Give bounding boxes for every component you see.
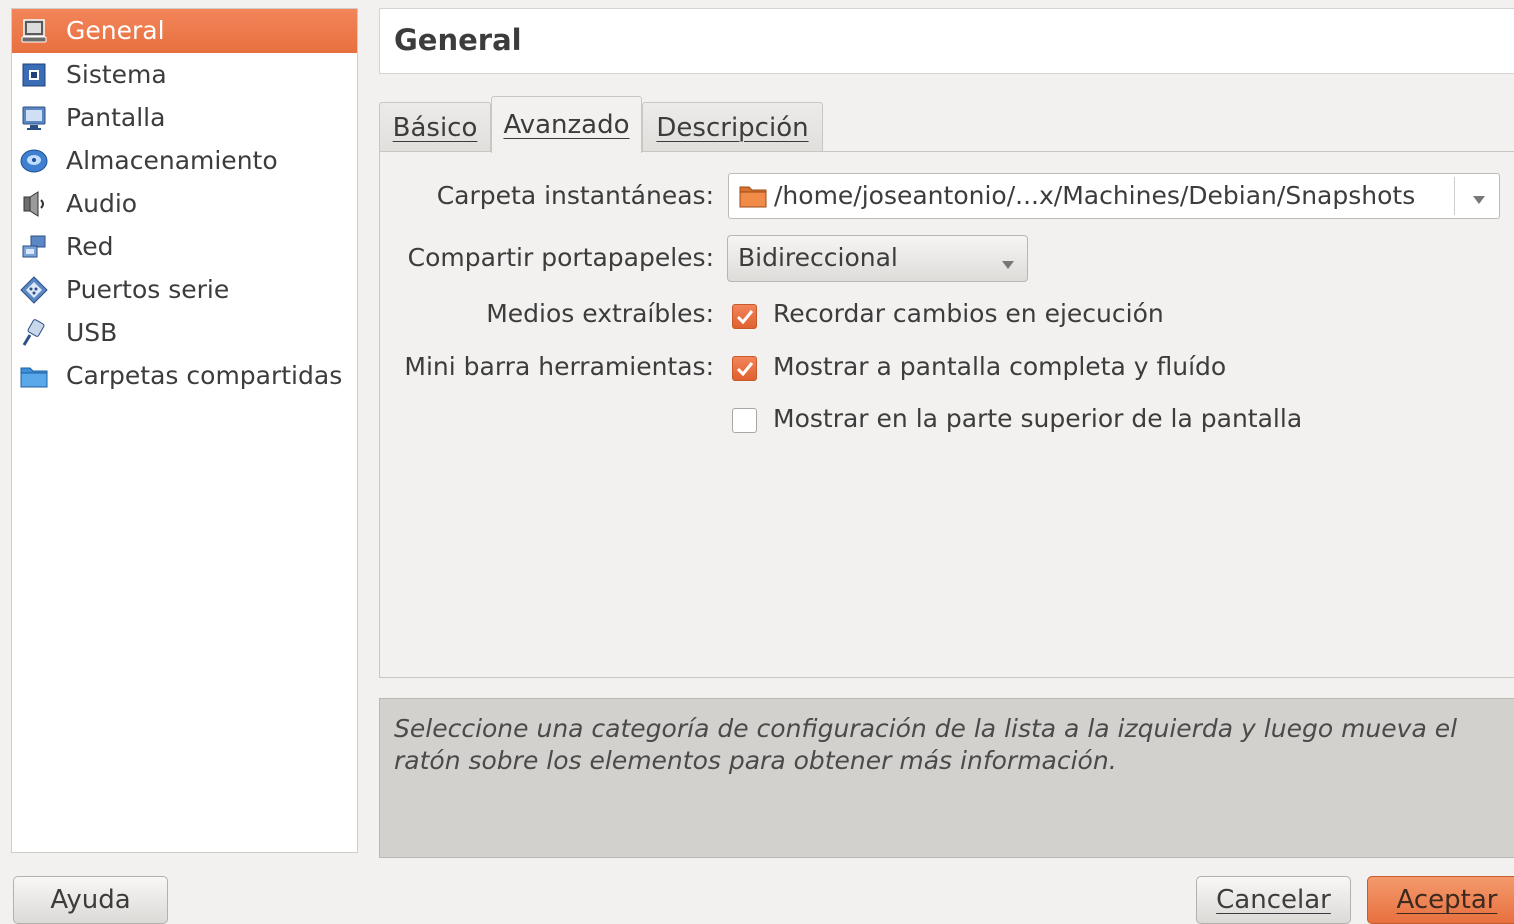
folder-icon	[19, 361, 49, 391]
tab-descripcion[interactable]: Descripción	[642, 102, 823, 152]
accept-button[interactable]: Aceptar	[1367, 876, 1514, 924]
tab-label: Descripción	[656, 112, 809, 143]
clipboard-label: Compartir portapapeles:	[407, 243, 714, 272]
sidebar-item-red[interactable]: Red	[12, 225, 357, 268]
tab-basico[interactable]: Básico	[379, 102, 491, 152]
sidebar-item-pantalla[interactable]: Pantalla	[12, 96, 357, 139]
sidebar-item-label: Sistema	[66, 59, 167, 89]
sidebar-item-sistema[interactable]: Sistema	[12, 53, 357, 96]
sidebar-item-label: Pantalla	[66, 102, 166, 132]
snapshot-folder-path: /home/joseantonio/...x/Machines/Debian/S…	[774, 181, 1416, 210]
checkmark-icon	[736, 362, 754, 377]
sidebar-item-puertos-serie[interactable]: Puertos serie	[12, 268, 357, 311]
sidebar-item-label: USB	[66, 317, 118, 347]
speaker-icon	[19, 189, 49, 219]
help-button[interactable]: Ayuda	[13, 876, 168, 924]
sidebar-item-audio[interactable]: Audio	[12, 182, 357, 225]
general-icon	[19, 16, 49, 46]
chevron-down-icon	[1001, 255, 1015, 274]
cancel-button-label: Cancelar	[1216, 885, 1331, 915]
tab-label: Básico	[392, 112, 478, 143]
folder-icon	[739, 183, 767, 213]
mini-toolbar-label: Mini barra herramientas:	[404, 352, 714, 381]
snapshot-folder-selector[interactable]: /home/joseantonio/...x/Machines/Debian/S…	[728, 173, 1500, 219]
snapshot-folder-label: Carpeta instantáneas:	[436, 181, 714, 210]
page-header: General	[379, 8, 1514, 74]
help-button-label: Ayuda	[50, 885, 131, 915]
tab-avanzado[interactable]: Avanzado	[491, 96, 642, 153]
clipboard-selected-value: Bidireccional	[738, 243, 898, 272]
sidebar-item-usb[interactable]: USB	[12, 311, 357, 354]
monitor-icon	[19, 103, 49, 133]
tab-label: Avanzado	[503, 110, 630, 140]
show-top-label[interactable]: Mostrar en la parte superior de la panta…	[773, 404, 1302, 433]
sidebar-item-label: Puertos serie	[66, 274, 230, 304]
sidebar-item-label: General	[66, 15, 165, 45]
removable-media-label: Medios extraíbles:	[486, 299, 714, 328]
sidebar-item-label: Audio	[66, 188, 138, 218]
sidebar-item-label: Almacenamiento	[66, 145, 278, 175]
network-icon	[19, 232, 49, 262]
clipboard-select[interactable]: Bidireccional	[727, 235, 1028, 282]
remember-changes-label[interactable]: Recordar cambios en ejecución	[773, 299, 1164, 328]
sidebar-item-label: Carpetas compartidas	[66, 360, 343, 390]
divider	[1454, 177, 1455, 215]
checkmark-icon	[736, 310, 754, 325]
show-fullscreen-checkbox[interactable]	[732, 356, 757, 381]
usb-icon	[19, 318, 49, 348]
chevron-down-icon[interactable]	[1472, 190, 1486, 209]
show-top-checkbox[interactable]	[732, 408, 757, 433]
help-text: Seleccione una categoría de configuració…	[394, 714, 1458, 775]
serial-port-icon	[19, 275, 49, 305]
page-title: General	[394, 23, 522, 57]
show-fullscreen-label[interactable]: Mostrar a pantalla completa y fluído	[773, 352, 1226, 381]
sidebar-item-carpetas-compartidas[interactable]: Carpetas compartidas	[12, 354, 357, 397]
settings-category-list: General Sistema Pantalla Almacenamiento …	[11, 8, 358, 853]
sidebar-item-almacenamiento[interactable]: Almacenamiento	[12, 139, 357, 182]
sidebar-item-label: Red	[66, 231, 114, 261]
disk-icon	[19, 146, 49, 176]
sidebar-item-general[interactable]: General	[12, 9, 357, 53]
cancel-button[interactable]: Cancelar	[1196, 876, 1351, 924]
remember-changes-checkbox[interactable]	[732, 304, 757, 329]
accept-button-label: Aceptar	[1396, 885, 1498, 915]
chip-icon	[19, 60, 49, 90]
help-info-box: Seleccione una categoría de configuració…	[379, 698, 1514, 858]
